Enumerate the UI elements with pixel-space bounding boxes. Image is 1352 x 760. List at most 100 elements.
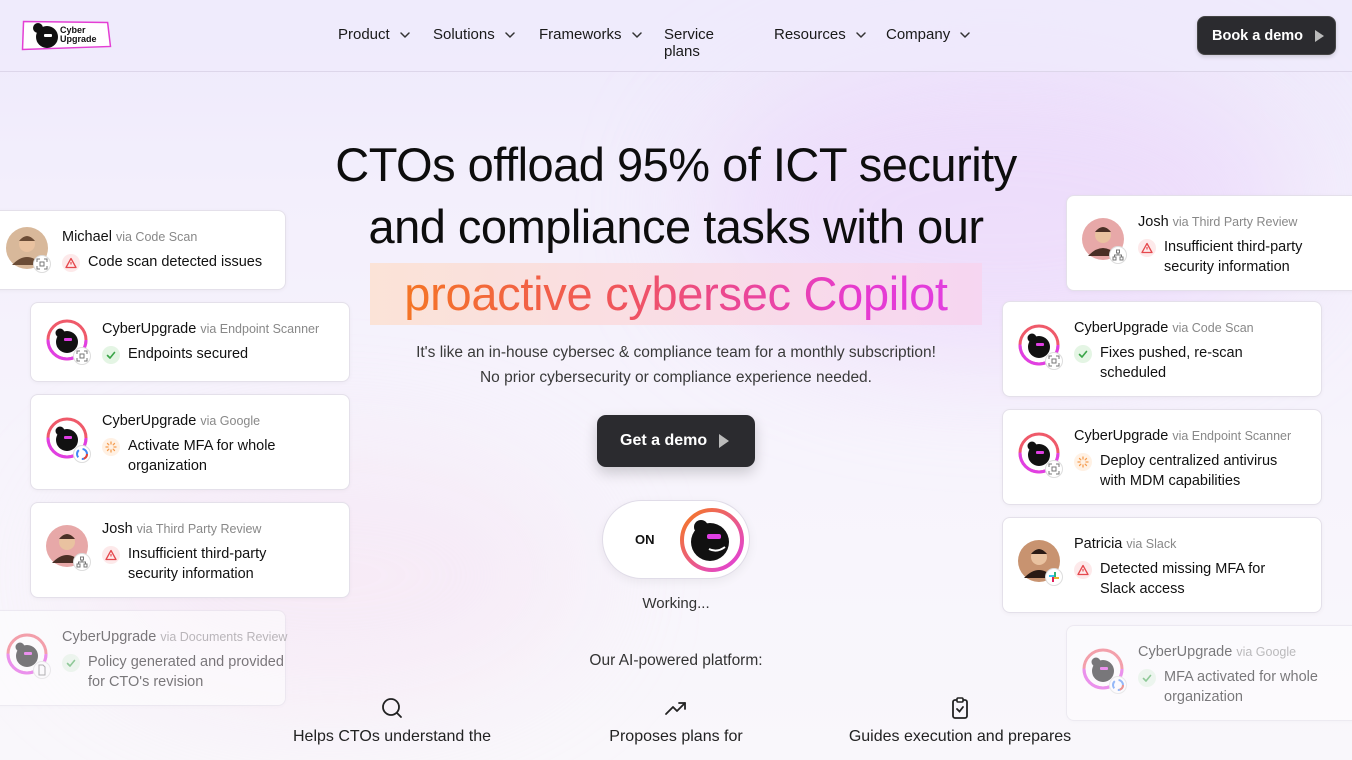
book-demo-button[interactable]: Book a demo: [1197, 16, 1336, 55]
card-header: CyberUpgrade via Google: [102, 413, 260, 429]
nav-solutions[interactable]: Solutions: [433, 26, 517, 43]
card-header: CyberUpgrade via Endpoint Scanner: [1074, 428, 1291, 444]
get-demo-label: Get a demo: [620, 432, 708, 449]
logo-text-2: Upgrade: [60, 34, 97, 44]
hero-highlight: proactive cybersec Copilot: [370, 263, 982, 325]
card-author: CyberUpgrade: [62, 629, 157, 645]
card-header: Patricia via Slack: [1074, 536, 1176, 552]
card-header: Josh via Third Party Review: [1138, 214, 1297, 230]
toggle-label: ON: [635, 532, 655, 547]
card-source: via Code Scan: [115, 230, 198, 244]
card-source: via Documents Review: [160, 630, 288, 644]
activity-card: Josh via Third Party Review Insufficient t…: [1066, 195, 1352, 291]
nav-company[interactable]: Company: [886, 26, 972, 43]
chevron-down-icon: [399, 31, 410, 38]
activity-card: Michael via Code Scan Code scan detected i…: [0, 210, 286, 290]
card-source: via Code Scan: [1172, 321, 1254, 335]
card-source: via Google: [200, 414, 261, 428]
card-message: Slack access: [1100, 581, 1185, 597]
card-header: Michael via Code Scan: [62, 229, 197, 245]
card-source: via Endpoint Scanner: [1172, 429, 1292, 443]
loading-spinner-icon: [102, 438, 120, 456]
card-source: via Slack: [1126, 537, 1177, 551]
card-message: Fixes pushed, re-scan: [1100, 345, 1243, 361]
chevron-down-icon: [631, 31, 642, 38]
activity-card: CyberUpgrade via Google MFA activated for …: [1066, 625, 1352, 721]
nav-label: Service plans: [664, 26, 715, 60]
chevron-down-icon: [504, 31, 515, 38]
warning-triangle-icon: [62, 254, 80, 272]
loading-spinner-icon: [1074, 453, 1092, 471]
card-author: CyberUpgrade: [1074, 428, 1169, 444]
card-message: Insufficient third-party: [1164, 239, 1303, 255]
feature-plans: Proposes plans for: [546, 696, 806, 746]
card-message: Endpoints secured: [128, 346, 249, 362]
slack-source-icon: [1045, 568, 1063, 586]
scan-source-icon: [1045, 352, 1063, 370]
check-icon: [1138, 669, 1156, 687]
card-source: via Endpoint Scanner: [200, 322, 320, 336]
card-header: CyberUpgrade via Code Scan: [1074, 320, 1254, 336]
feature-text: Helps CTOs understand the: [292, 728, 492, 745]
card-author: CyberUpgrade: [102, 413, 197, 429]
card-header: CyberUpgrade via Google: [1138, 644, 1296, 660]
card-message: Code scan detected issues: [88, 254, 263, 270]
feature-text: Proposes plans for: [609, 728, 743, 745]
card-message: Detected missing MFA for: [1100, 561, 1266, 577]
card-message: for CTO's revision: [88, 674, 204, 690]
nav-product[interactable]: Product: [338, 26, 412, 43]
card-header: CyberUpgrade via Documents Review: [62, 629, 287, 645]
scan-source-icon: [33, 255, 51, 273]
card-message: scheduled: [1100, 365, 1167, 381]
card-message: security information: [128, 566, 254, 582]
card-message: Policy generated and provided: [88, 654, 284, 670]
card-author: CyberUpgrade: [102, 321, 197, 337]
trending-up-icon: [665, 702, 686, 715]
scan-source-icon: [73, 347, 91, 365]
nav-frameworks[interactable]: Frameworks: [539, 26, 644, 43]
feature-text: Guides execution and prepares: [848, 728, 1072, 745]
card-author: CyberUpgrade: [1138, 644, 1233, 660]
gorilla-avatar-icon: [680, 508, 744, 572]
card-message: Activate MFA for whole: [128, 438, 276, 454]
google-source-icon: [73, 445, 91, 463]
card-message: organization: [1164, 689, 1243, 705]
activity-card: CyberUpgrade via Endpoint Scanner Endpoint…: [30, 302, 350, 382]
check-icon: [1074, 345, 1092, 363]
scan-source-icon: [1045, 460, 1063, 478]
card-header: CyberUpgrade via Endpoint Scanner: [102, 321, 319, 337]
play-icon: [719, 434, 730, 448]
warning-triangle-icon: [1074, 561, 1092, 579]
card-message: organization: [128, 458, 207, 474]
check-icon: [62, 654, 80, 672]
nav-label: Product: [338, 26, 390, 43]
activity-card: CyberUpgrade via Documents Review Policy g…: [0, 610, 287, 706]
card-author: Patricia: [1074, 536, 1123, 552]
feature-understand: Helps CTOs understand the: [262, 696, 522, 746]
card-source: via Third Party Review: [136, 522, 262, 536]
card-message: Insufficient third-party: [128, 546, 267, 562]
copilot-toggle[interactable]: ON: [602, 500, 750, 579]
chevron-down-icon: [960, 31, 970, 38]
card-author: Michael: [62, 229, 112, 245]
card-author: Josh: [1138, 214, 1169, 230]
card-message: with MDM capabilities: [1100, 473, 1241, 489]
activity-card: Josh via Third Party Review Insufficient t…: [30, 502, 350, 598]
doc-source-icon: [33, 661, 51, 679]
activity-card: CyberUpgrade via Endpoint Scanner Deploy c…: [1002, 409, 1322, 505]
net-source-icon: [1109, 246, 1127, 264]
nav-resources[interactable]: Resources: [774, 26, 868, 43]
warning-triangle-icon: [1138, 239, 1156, 257]
google-source-icon: [1109, 676, 1127, 694]
activity-card: CyberUpgrade via Google Activate MFA for w…: [30, 394, 350, 490]
play-icon: [1315, 29, 1325, 42]
card-source: via Google: [1236, 645, 1297, 659]
get-demo-button[interactable]: Get a demo: [597, 415, 755, 467]
check-icon: [102, 346, 120, 364]
card-source: via Third Party Review: [1172, 215, 1298, 229]
nav-label: Company: [886, 26, 951, 43]
cyberupgrade-logo[interactable]: Cyber Upgrade: [18, 14, 112, 52]
site-header: Cyber Upgrade Product Solutions Frameworks…: [0, 0, 1352, 72]
nav-service-plans[interactable]: Service plans: [664, 26, 714, 60]
net-source-icon: [73, 553, 91, 571]
